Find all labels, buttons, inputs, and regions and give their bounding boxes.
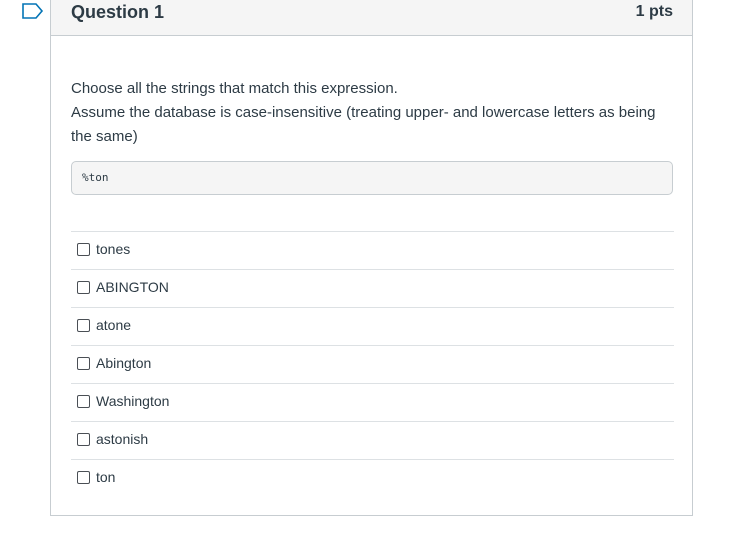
answer-option[interactable]: astonish <box>71 422 674 460</box>
answer-checkbox[interactable] <box>77 433 90 446</box>
answer-checkbox[interactable] <box>77 319 90 332</box>
answer-list: tones ABINGTON atone Abington Washington… <box>71 231 674 498</box>
answer-label: ton <box>96 469 116 485</box>
flag-icon[interactable] <box>22 3 44 19</box>
question-header: Question 1 1 pts <box>51 0 692 36</box>
question-prompt: Choose all the strings that match this e… <box>71 77 661 149</box>
answer-checkbox[interactable] <box>77 357 90 370</box>
quiz-page: Question 1 1 pts Choose all the strings … <box>0 0 741 535</box>
answer-option[interactable]: ABINGTON <box>71 270 674 308</box>
answer-label: atone <box>96 317 132 333</box>
question-points: 1 pts <box>635 3 673 20</box>
expression-code-block: %ton <box>71 161 673 195</box>
answer-checkbox[interactable] <box>77 281 90 294</box>
question-title: Question 1 <box>71 2 165 22</box>
expression-text: %ton <box>82 171 109 184</box>
question-prompt-line-2: Assume the database is case-insensitive … <box>71 104 656 145</box>
answer-label: astonish <box>96 431 149 447</box>
answer-option[interactable]: atone <box>71 308 674 346</box>
answer-option[interactable]: tones <box>71 232 674 270</box>
answer-option[interactable]: Abington <box>71 346 674 384</box>
answer-label: Washington <box>96 393 170 409</box>
answer-label: ABINGTON <box>96 279 169 295</box>
question-prompt-line-1: Choose all the strings that match this e… <box>71 80 398 97</box>
answer-label: Abington <box>96 355 152 371</box>
answer-option[interactable]: Washington <box>71 384 674 422</box>
answer-label: tones <box>96 241 131 257</box>
answer-checkbox[interactable] <box>77 471 90 484</box>
answer-checkbox[interactable] <box>77 243 90 256</box>
answer-option[interactable]: ton <box>71 460 674 498</box>
answer-checkbox[interactable] <box>77 395 90 408</box>
question-card: Question 1 1 pts Choose all the strings … <box>50 0 693 516</box>
